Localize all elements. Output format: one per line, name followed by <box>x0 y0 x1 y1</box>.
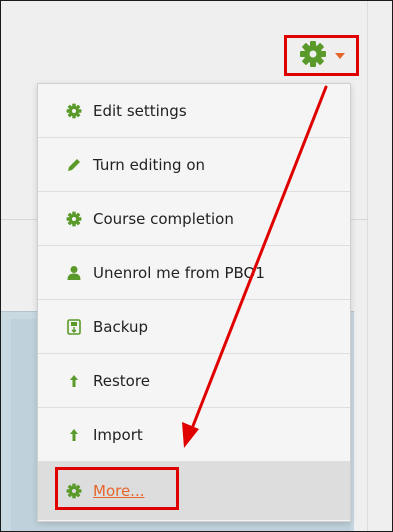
gear-icon <box>65 210 83 228</box>
user-icon <box>65 264 83 282</box>
upload-arrow-icon <box>65 426 83 444</box>
menu-item-backup[interactable]: Backup <box>38 300 350 354</box>
highlight-box-more <box>55 467 179 510</box>
menu-item-label: Backup <box>93 317 148 336</box>
course-actions-gear-button[interactable] <box>284 35 359 76</box>
menu-item-import[interactable]: Import <box>38 408 350 462</box>
background-divider <box>367 1 368 531</box>
gear-icon <box>299 40 327 72</box>
menu-item-label: Course completion <box>93 209 234 228</box>
menu-item-label: Import <box>93 425 143 444</box>
menu-item-label: Restore <box>93 371 150 390</box>
menu-item-label: Unenrol me from PBO1 <box>93 263 265 282</box>
menu-item-turn-editing-on[interactable]: Turn editing on <box>38 138 350 192</box>
upload-arrow-icon <box>65 372 83 390</box>
screenshot-frame: Edit settings Turn editing on Course com… <box>0 0 393 532</box>
pencil-icon <box>65 156 83 174</box>
menu-item-course-completion[interactable]: Course completion <box>38 192 350 246</box>
gear-icon <box>65 102 83 120</box>
course-actions-menu: Edit settings Turn editing on Course com… <box>37 83 351 522</box>
menu-item-label: Turn editing on <box>93 155 206 174</box>
chevron-down-icon <box>334 52 345 59</box>
menu-item-restore[interactable]: Restore <box>38 354 350 408</box>
menu-item-unenrol[interactable]: Unenrol me from PBO1 <box>38 246 350 300</box>
menu-item-edit-settings[interactable]: Edit settings <box>38 84 350 138</box>
backup-icon <box>65 318 83 336</box>
menu-item-label: Edit settings <box>93 101 187 120</box>
